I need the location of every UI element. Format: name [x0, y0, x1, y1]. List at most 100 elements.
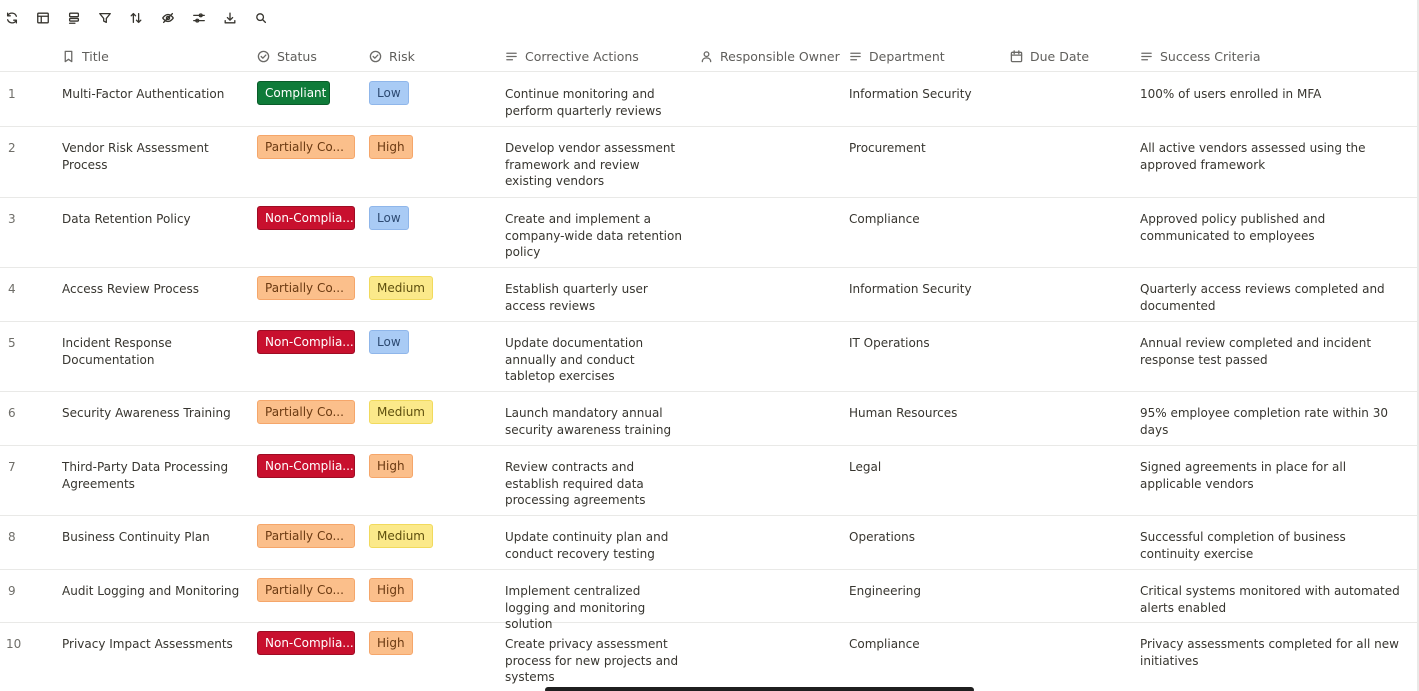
cell-success-criteria[interactable]: Critical systems monitored with automate…	[1140, 583, 1402, 616]
table-row[interactable]: 2 Vendor Risk Assessment Process Partial…	[0, 127, 1419, 198]
cell-title[interactable]: Incident Response Documentation	[62, 335, 242, 368]
table-row[interactable]: 4 Access Review Process Partially Co... …	[0, 268, 1419, 322]
status-badge[interactable]: Partially Co...	[257, 135, 355, 159]
cell-corrective-action[interactable]: Create privacy assessment process for ne…	[505, 636, 687, 686]
column-header-corrective-actions[interactable]: Corrective Actions	[505, 40, 639, 72]
cell-department[interactable]: Operations	[849, 529, 999, 546]
check-circle-icon	[369, 50, 382, 62]
table-row[interactable]: 3 Data Retention Policy Non-Complia... L…	[0, 198, 1419, 268]
check-circle-icon	[257, 50, 270, 62]
cell-corrective-action[interactable]: Review contracts and establish required …	[505, 459, 687, 509]
cell-title[interactable]: Business Continuity Plan	[62, 529, 242, 546]
status-badge[interactable]: Compliant	[257, 81, 330, 105]
status-badge[interactable]: Partially Co...	[257, 524, 355, 548]
status-badge[interactable]: Non-Complia...	[257, 631, 355, 655]
cell-department[interactable]: Legal	[849, 459, 999, 476]
cell-success-criteria[interactable]: Approved policy published and communicat…	[1140, 211, 1402, 244]
refresh-icon[interactable]	[3, 8, 21, 28]
cell-title[interactable]: Privacy Impact Assessments	[62, 636, 242, 653]
filter-icon[interactable]	[96, 8, 114, 28]
status-badge[interactable]: Partially Co...	[257, 578, 355, 602]
cell-success-criteria[interactable]: Successful completion of business contin…	[1140, 529, 1402, 562]
cell-corrective-action[interactable]: Launch mandatory annual security awarene…	[505, 405, 687, 438]
risk-badge[interactable]: Medium	[369, 400, 433, 424]
column-department-label: Department	[869, 48, 945, 64]
column-header-success-criteria[interactable]: Success Criteria	[1140, 40, 1261, 72]
column-header-title[interactable]: Title	[62, 40, 109, 72]
risk-badge[interactable]: Low	[369, 206, 409, 230]
cell-success-criteria[interactable]: All active vendors assessed using the ap…	[1140, 140, 1402, 173]
risk-badge[interactable]: High	[369, 135, 413, 159]
text-lines-icon	[850, 52, 861, 60]
table-row[interactable]: 8 Business Continuity Plan Partially Co.…	[0, 516, 1419, 570]
risk-badge[interactable]: Low	[369, 330, 409, 354]
column-header-risk[interactable]: Risk	[369, 40, 415, 72]
cell-success-criteria[interactable]: Signed agreements in place for all appli…	[1140, 459, 1402, 492]
cell-corrective-action[interactable]: Develop vendor assessment framework and …	[505, 140, 687, 190]
cell-title[interactable]: Access Review Process	[62, 281, 242, 298]
column-title-label: Title	[82, 48, 109, 64]
column-header-department[interactable]: Department	[849, 40, 945, 72]
cell-department[interactable]: Compliance	[849, 636, 999, 653]
cell-department[interactable]: Compliance	[849, 211, 999, 228]
cell-success-criteria[interactable]: 100% of users enrolled in MFA	[1140, 86, 1402, 103]
table-row[interactable]: 5 Incident Response Documentation Non-Co…	[0, 322, 1419, 392]
cell-success-criteria[interactable]: Quarterly access reviews completed and d…	[1140, 281, 1402, 314]
layout-icon[interactable]	[34, 8, 52, 28]
search-icon[interactable]	[252, 8, 270, 28]
cell-title[interactable]: Audit Logging and Monitoring	[62, 583, 242, 600]
cell-department[interactable]: Human Resources	[849, 405, 999, 422]
table-row[interactable]: 6 Security Awareness Training Partially …	[0, 392, 1419, 446]
risk-badge[interactable]: Medium	[369, 276, 433, 300]
group-icon[interactable]	[65, 8, 83, 28]
row-number: 10	[6, 637, 22, 651]
download-icon[interactable]	[221, 8, 239, 28]
cell-department[interactable]: Engineering	[849, 583, 999, 600]
status-badge[interactable]: Partially Co...	[257, 400, 355, 424]
cell-department[interactable]: Information Security	[849, 281, 999, 298]
cell-success-criteria[interactable]: Privacy assessments completed for all ne…	[1140, 636, 1402, 669]
row-number: 8	[8, 530, 16, 544]
column-risk-label: Risk	[389, 48, 415, 64]
bookmark-icon	[64, 50, 73, 62]
horizontal-scrollbar[interactable]	[545, 687, 974, 691]
risk-badge[interactable]: High	[369, 578, 413, 602]
column-header-status[interactable]: Status	[257, 40, 317, 72]
cell-success-criteria[interactable]: Annual review completed and incident res…	[1140, 335, 1402, 368]
cell-corrective-action[interactable]: Continue monitoring and perform quarterl…	[505, 86, 687, 119]
hide-fields-icon[interactable]	[159, 8, 177, 28]
table-header: Title Status Risk Corrective Actions Res…	[0, 40, 1419, 72]
cell-title[interactable]: Vendor Risk Assessment Process	[62, 140, 242, 173]
status-badge[interactable]: Non-Complia...	[257, 206, 355, 230]
row-number: 1	[8, 87, 16, 101]
risk-badge[interactable]: High	[369, 454, 413, 478]
risk-badge[interactable]: High	[369, 631, 413, 655]
table-row[interactable]: 7 Third-Party Data Processing Agreements…	[0, 446, 1419, 516]
cell-title[interactable]: Data Retention Policy	[62, 211, 242, 228]
cell-corrective-action[interactable]: Update documentation annually and conduc…	[505, 335, 687, 385]
table-row[interactable]: 10 Privacy Impact Assessments Non-Compli…	[0, 623, 1419, 691]
cell-department[interactable]: IT Operations	[849, 335, 999, 352]
row-number: 6	[8, 406, 16, 420]
status-badge[interactable]: Non-Complia...	[257, 454, 355, 478]
cell-corrective-action[interactable]: Create and implement a company-wide data…	[505, 211, 687, 261]
risk-badge[interactable]: Low	[369, 81, 409, 105]
table-row[interactable]: 1 Multi-Factor Authentication Compliant …	[0, 73, 1419, 127]
cell-corrective-action[interactable]: Update continuity plan and conduct recov…	[505, 529, 687, 562]
cell-corrective-action[interactable]: Establish quarterly user access reviews	[505, 281, 687, 314]
column-header-due-date[interactable]: Due Date	[1010, 40, 1089, 72]
status-badge[interactable]: Non-Complia...	[257, 330, 355, 354]
cell-title[interactable]: Third-Party Data Processing Agreements	[62, 459, 242, 492]
sort-icon[interactable]	[127, 8, 145, 28]
column-header-responsible-owner[interactable]: Responsible Owner	[700, 40, 840, 72]
cell-title[interactable]: Multi-Factor Authentication	[62, 86, 242, 103]
risk-badge[interactable]: Medium	[369, 524, 433, 548]
column-status-label: Status	[277, 48, 317, 64]
cell-department[interactable]: Information Security	[849, 86, 999, 103]
cell-success-criteria[interactable]: 95% employee completion rate within 30 d…	[1140, 405, 1402, 438]
status-badge[interactable]: Partially Co...	[257, 276, 355, 300]
cell-title[interactable]: Security Awareness Training	[62, 405, 242, 422]
cell-department[interactable]: Procurement	[849, 140, 999, 157]
table-row[interactable]: 9 Audit Logging and Monitoring Partially…	[0, 570, 1419, 631]
adjust-icon[interactable]	[190, 8, 208, 28]
